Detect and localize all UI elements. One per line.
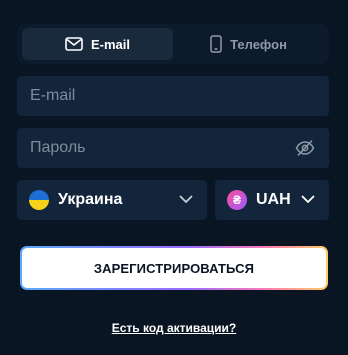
hryvnia-icon: ₴ xyxy=(227,190,247,210)
ukraine-flag-icon xyxy=(29,190,49,210)
password-field-container xyxy=(17,128,329,168)
currency-select[interactable]: ₴ UAH xyxy=(215,180,329,220)
email-field[interactable] xyxy=(30,76,316,116)
chevron-down-icon xyxy=(301,191,315,209)
eye-off-icon[interactable] xyxy=(294,137,316,159)
chevron-down-icon xyxy=(179,191,193,209)
phone-icon xyxy=(210,35,222,53)
tab-email-label: E-mail xyxy=(90,36,130,52)
email-field-container xyxy=(17,76,329,116)
envelope-icon xyxy=(65,37,83,51)
register-button[interactable]: ЗАРЕГИСТРИРОВАТЬСЯ xyxy=(22,248,326,288)
currency-label: UAH xyxy=(256,191,291,208)
tab-phone[interactable]: Телефон xyxy=(173,28,324,60)
password-field[interactable] xyxy=(30,128,294,168)
tab-phone-label: Телефон xyxy=(230,36,287,52)
activation-code-row: Есть код активации? xyxy=(0,319,348,337)
register-button-frame: ЗАРЕГИСТРИРОВАТЬСЯ xyxy=(20,246,328,290)
country-select[interactable]: Украина xyxy=(17,180,207,220)
activation-code-link[interactable]: Есть код активации? xyxy=(112,321,237,335)
auth-method-tabs: E-mail Телефон xyxy=(17,24,329,64)
tab-email[interactable]: E-mail xyxy=(22,28,173,60)
country-label: Украина xyxy=(58,191,123,208)
